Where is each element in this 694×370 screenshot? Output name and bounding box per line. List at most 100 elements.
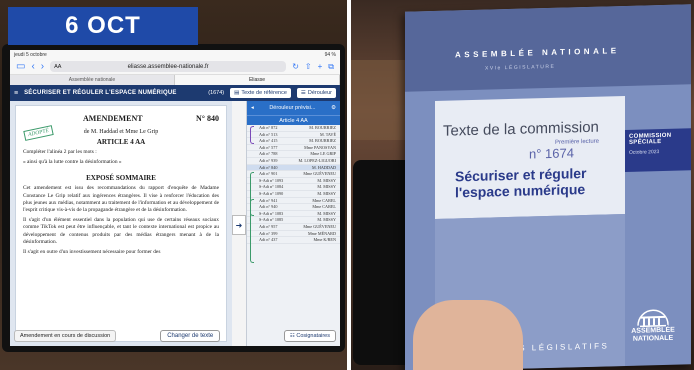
amendment-row[interactable]: S-Adt n° 1084 M. MISSY [247, 184, 340, 191]
site-header: ≡ SÉCURISER ET RÉGULER L'ESPACE NUMÉRIQU… [10, 85, 340, 101]
amendment-row[interactable]: S-Adt n° 1090 M. MISSY [247, 191, 340, 198]
logo-line: NATIONALE [632, 334, 674, 343]
reference-text-label: Texte de référence [241, 90, 287, 96]
battery-indicator: 94 % [324, 51, 336, 58]
menu-icon[interactable]: ≡ [14, 90, 18, 97]
amendment-row[interactable]: S-Adt n° 1083 M. MISSY [247, 211, 340, 218]
group-bracket [250, 126, 254, 144]
amendment-author: Mme CAREL [312, 204, 336, 210]
amendment-author: Mme LE GRIP [310, 151, 336, 157]
tab-eliasse[interactable]: Eliasse [175, 75, 340, 85]
amendment-row[interactable]: Adt n° 940 Mme CAREL [247, 204, 340, 211]
deroule-panel-header: ◂ Dérouleur prévisi... ⚙ [247, 101, 340, 115]
amendment-row[interactable]: Adt n° 437 Mme K/REN [247, 237, 340, 244]
hemicycle-icon [637, 309, 669, 328]
amendment-row[interactable]: Adt n° 415 M. BOURRIEZ [247, 138, 340, 145]
address-text: eliasse.assemblee-nationale.fr [127, 63, 209, 70]
amendment-id: S-Adt n° 1084 [259, 184, 284, 190]
tablet-photo: jeudi 5 octobre 94 % ▭ ‹ › AA eliasse.as… [0, 0, 347, 370]
amendment-row[interactable]: Adt n° 957 Mme GUÉVENEU [247, 224, 340, 231]
article-heading: ARTICLE 4 AA [96, 138, 146, 146]
tab-assemblee[interactable]: Assemblée nationale [10, 75, 175, 85]
amendment-row[interactable]: S-Adt n° 1085 M. MISSY [247, 217, 340, 224]
address-bar[interactable]: AA eliasse.assemblee-nationale.fr [50, 61, 287, 72]
amendment-document: AMENDEMENT N° 840 ADOPTÉ de M. Haddad et… [15, 105, 227, 342]
expose-paragraph: Il s'agit en outre d'un investissement n… [23, 249, 161, 256]
commission-label: COMMISSION SPÉCIALE Octobre 2023 [625, 128, 691, 172]
amendment-author: M. MISSY [317, 184, 336, 190]
prev-icon[interactable]: ◂ [251, 105, 254, 111]
amendment-row[interactable]: Adt n° 901 Mme GUÉVENEU [247, 171, 340, 178]
amendment-author: M. BOURRIEZ [309, 138, 336, 144]
group-bracket [250, 198, 254, 263]
amendment-row[interactable]: Adt n° 939 M. LOPEZ-LIGUORI [247, 158, 340, 165]
expose-title: EXPOSÉ SOMMAIRE [86, 174, 156, 183]
amendment-author: Mme GUÉVENEU [303, 223, 336, 229]
amendment-author: M. LOPEZ-LIGUORI [298, 157, 336, 163]
arrow-right-icon[interactable]: ➜ [232, 215, 246, 235]
amendment-author: M. TAVÉ [319, 131, 336, 137]
amendment-id: Adt n° 577 [259, 144, 278, 150]
amendment-heading: AMENDEMENT [83, 114, 143, 123]
expose-paragraph: Cet amendement est issu des recommandati… [23, 185, 219, 214]
amendment-id: Adt n° 513 [259, 131, 278, 137]
amendment-row[interactable]: Adt n° 513 M. TAVÉ [247, 132, 340, 139]
amendment-list: Adt n° 872 M. BOURRIEZ Adt n° 513 M. TAVÉ Ad… [247, 125, 340, 263]
amendment-row[interactable]: S-Adt n° 1093 M. MISSY [247, 178, 340, 185]
tabs-overview-icon[interactable]: ⧉ [328, 62, 334, 72]
status-bar: jeudi 5 octobre 94 % [10, 50, 340, 59]
amendment-author: M. MISSY [317, 177, 336, 183]
amendment-row[interactable]: Adt n° 577 Mme PANOSYAN [247, 145, 340, 152]
amendment-author: M. MISSY [317, 190, 336, 196]
amendment-author: Mme K/REN [313, 237, 336, 243]
list-icon: ☰ [300, 90, 306, 96]
amendment-row[interactable]: Adt n° 941 Mme CAREL [247, 198, 340, 205]
new-tab-icon[interactable]: + [318, 62, 323, 71]
amendment-author: M. HADDAD [312, 164, 336, 170]
reader-aa-button[interactable]: AA [54, 64, 61, 70]
date-badge: 6 OCT [8, 7, 198, 45]
bill-number: (1674) [208, 90, 225, 96]
amendment-author: Mme CAREL [312, 197, 336, 203]
assemblee-logo: ASSEMBLÉE NATIONALE [625, 307, 681, 358]
amendment-id: Adt n° 901 [259, 171, 278, 177]
booklet-number: n° 1674 [529, 145, 574, 162]
back-icon[interactable]: ‹ [31, 61, 34, 72]
amendment-id: Adt n° 788 [259, 151, 278, 157]
amendment-id: Adt n° 437 [259, 237, 278, 243]
commission-date: Octobre 2023 [629, 149, 660, 156]
hand [413, 300, 523, 370]
expose-paragraph: Il s'agit d'un élément essentiel dans la… [23, 217, 219, 245]
amendment-author: Mme MÉNARD [307, 230, 336, 236]
amendment-row[interactable]: Adt n° 788 Mme LE GRIP [247, 151, 340, 158]
amendment-row[interactable]: Adt n° 399 Mme MÉNARD [247, 231, 340, 238]
cosignataires-button[interactable]: ☷ Cosignataires [283, 330, 336, 342]
document-footer: Amendement en cours de discussion Change… [14, 330, 221, 342]
change-text-button[interactable]: Changer de texte [160, 330, 221, 342]
sidebar-toggle-icon[interactable]: ▭ [16, 61, 25, 72]
browser-toolbar: ▭ ‹ › AA eliasse.assemblee-nationale.fr … [10, 59, 340, 75]
amendment-row[interactable]: Adt n° 840 M. HADDAD [247, 164, 340, 172]
bill-title: SÉCURISER ET RÉGULER L'ESPACE NUMÉRIQUE [24, 90, 177, 96]
amendment-author: Mme GUÉVENEU [303, 171, 336, 177]
amendment-author: M. BOURRIEZ [309, 125, 336, 130]
tablet-screen: jeudi 5 octobre 94 % ▭ ‹ › AA eliasse.as… [10, 50, 340, 346]
deroule-button[interactable]: ☰ Dérouleur [296, 88, 336, 98]
amendment-id: Adt n° 840 [259, 164, 278, 170]
amendment-row[interactable]: Adt n° 872 M. BOURRIEZ [247, 125, 340, 132]
share-icon[interactable]: ⇧ [305, 62, 312, 71]
amendment-id: Adt n° 399 [259, 230, 278, 236]
amendment-id: Adt n° 415 [259, 138, 278, 144]
amendment-id: S-Adt n° 1093 [259, 177, 284, 183]
discussion-status: Amendement en cours de discussion [14, 330, 117, 342]
amendment-id: S-Adt n° 1083 [259, 210, 284, 216]
reload-icon[interactable]: ↻ [292, 62, 299, 71]
status-time: jeudi 5 octobre [14, 51, 47, 58]
reference-text-button[interactable]: ▤ Texte de référence [230, 88, 291, 98]
amendment-id: Adt n° 872 [259, 125, 278, 130]
settings-icon[interactable]: ⚙ [331, 105, 336, 111]
amendment-author: M. MISSY [317, 210, 336, 216]
deroule-panel-title: Dérouleur prévisi... [269, 105, 316, 111]
forward-icon[interactable]: › [41, 61, 44, 72]
amendment-paragraph: « ainsi qu'à la lutte contre la désinfor… [23, 159, 122, 166]
